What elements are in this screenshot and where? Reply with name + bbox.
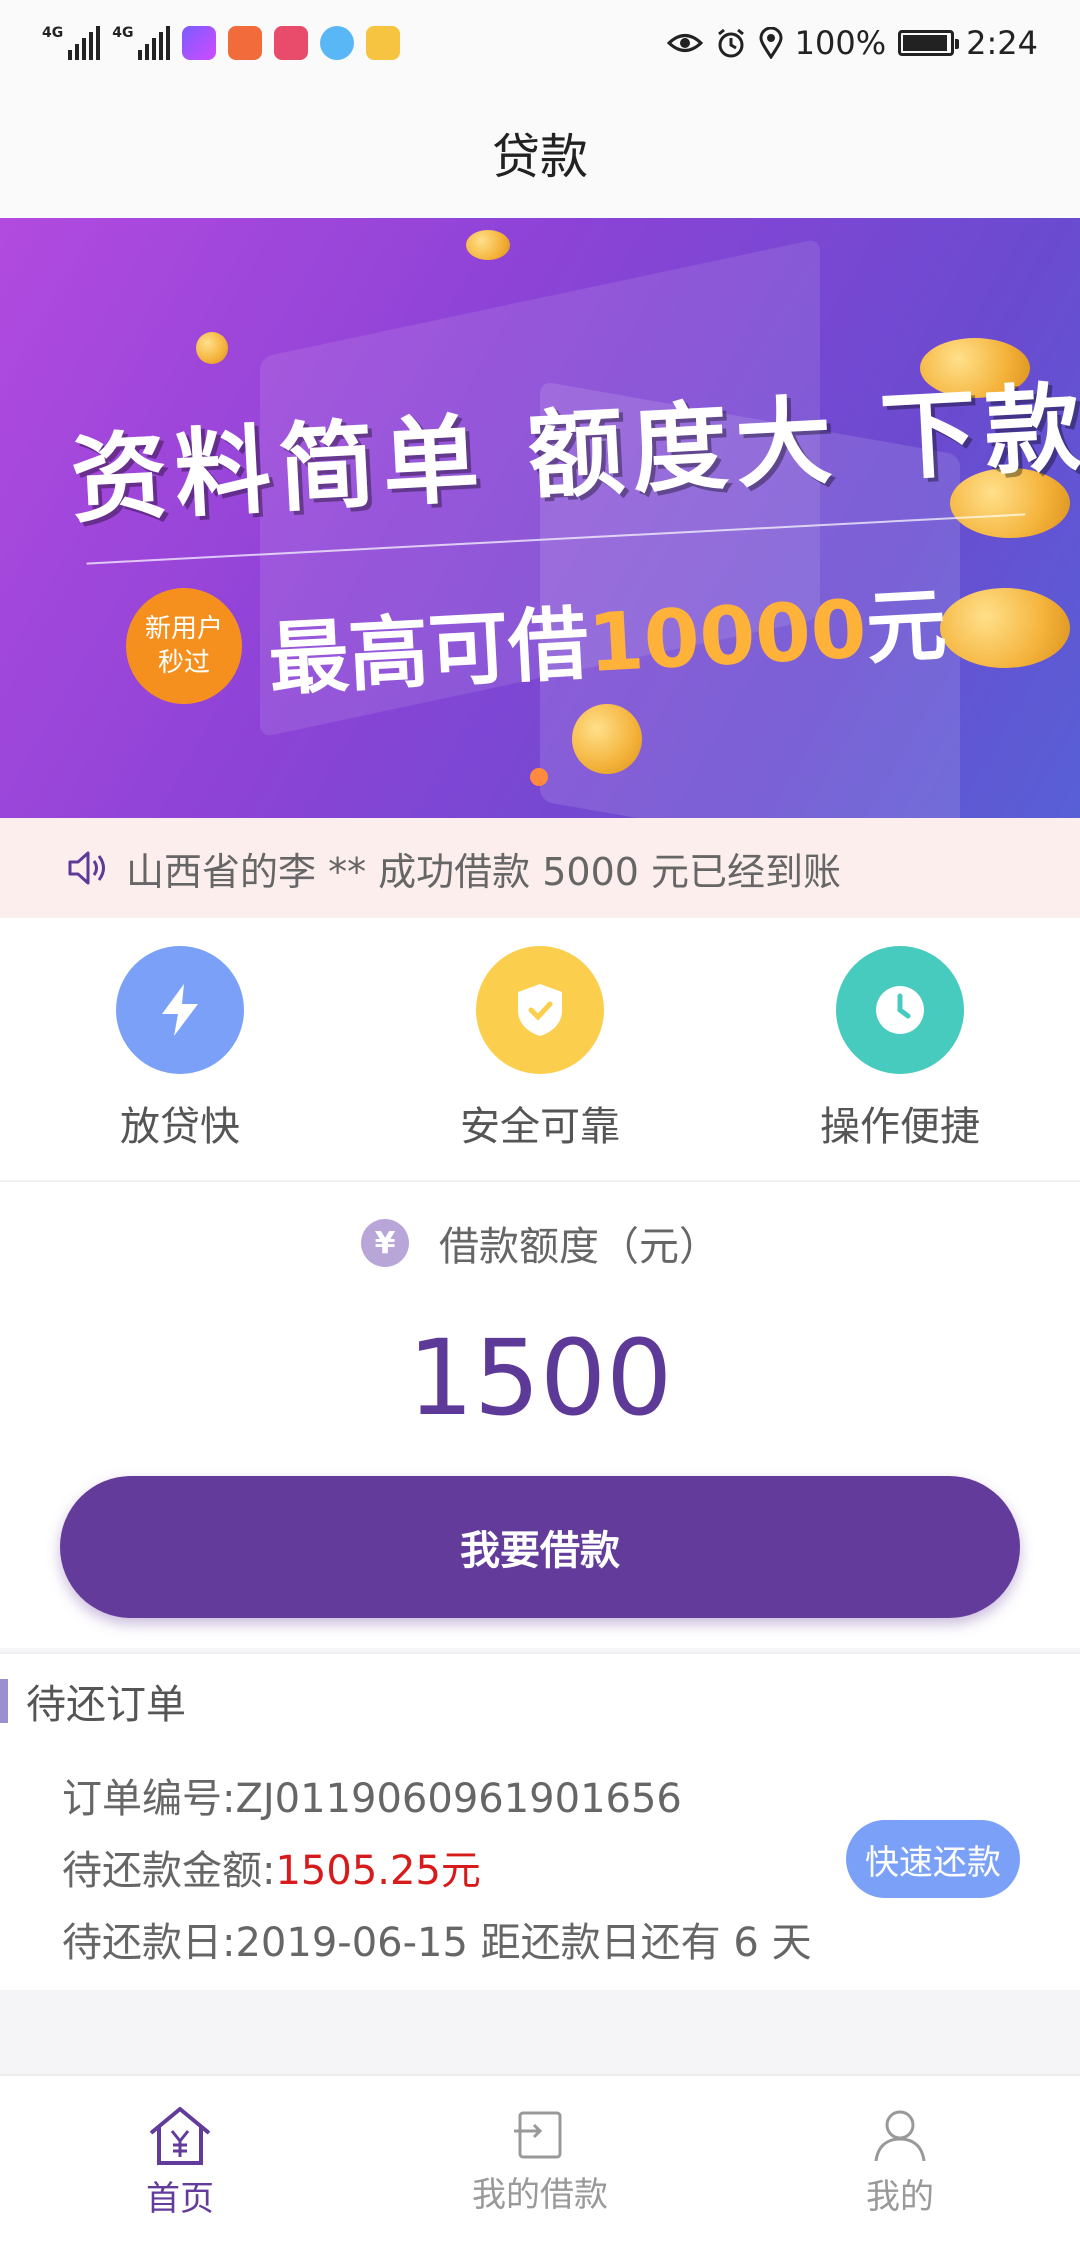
feature-fast: 放贷快 xyxy=(30,946,330,1152)
nav-bar: 贷款 xyxy=(0,86,1080,218)
order-due-date: 2019-06-15 xyxy=(235,1920,468,1966)
order-amount-value: 1505.25元 xyxy=(275,1848,481,1894)
alarm-icon xyxy=(717,28,744,58)
bottom-tab-bar: 首页 我的借款 我的 xyxy=(0,2074,1080,2246)
network-type-label: 4G xyxy=(112,25,134,41)
home-yen-icon xyxy=(149,2106,211,2165)
battery-icon xyxy=(898,30,960,56)
feature-safe: 安全可靠 xyxy=(390,946,690,1152)
credit-amount: 1500 xyxy=(407,1317,673,1439)
order-due: 待还款日:2019-06-15 距还款日还有 6 天 xyxy=(62,1910,812,1968)
feature-list: 放贷快 安全可靠 操作便捷 xyxy=(0,918,1080,1182)
clock-icon xyxy=(836,946,964,1074)
status-bar: 4G 4G 100% 2:24 xyxy=(0,0,1080,86)
carousel-indicator[interactable] xyxy=(530,768,548,786)
yen-icon: ¥ xyxy=(361,1219,409,1267)
clock-time: 2:24 xyxy=(966,24,1038,62)
status-left: 4G 4G xyxy=(42,25,401,60)
speaker-icon xyxy=(68,851,105,885)
credit-section: ¥ 借款额度（元） 1500 我要借款 xyxy=(0,1182,1080,1648)
feature-label: 放贷快 xyxy=(120,1104,240,1150)
order-amount-label: 待还款金额: xyxy=(62,1848,276,1894)
app-notification-icon xyxy=(182,26,217,60)
mail-icon xyxy=(366,26,401,60)
credit-header: ¥ 借款额度（元） xyxy=(0,1214,1080,1272)
lightning-icon xyxy=(116,946,244,1074)
loan-list-icon xyxy=(514,2111,562,2158)
battery-percent: 100% xyxy=(794,24,887,62)
badge-line: 秒过 xyxy=(157,648,210,678)
promo-banner[interactable]: 资料简单 额度大 下款快 新用户 秒过 最高可借10000元 xyxy=(0,218,1080,818)
signal-icon: 4G xyxy=(42,25,101,60)
banner-sub-amount: 10000 xyxy=(585,582,869,690)
tab-label: 我的借款 xyxy=(472,2174,608,2215)
borrow-button[interactable]: 我要借款 xyxy=(60,1476,1020,1618)
pending-order-card: 待还订单 订单编号:ZJ0119060961901656 待还款金额:1505.… xyxy=(0,1652,1080,1990)
order-number-label: 订单编号: xyxy=(62,1776,236,1822)
tab-label: 我的 xyxy=(866,2176,934,2217)
feature-label: 操作便捷 xyxy=(820,1104,980,1150)
coin-icon xyxy=(466,230,510,260)
feature-label: 安全可靠 xyxy=(460,1104,620,1150)
quick-repay-button[interactable]: 快速还款 xyxy=(846,1820,1020,1898)
shield-check-icon xyxy=(476,946,604,1074)
network-type-label: 4G xyxy=(42,25,64,41)
tab-my-loans[interactable]: 我的借款 xyxy=(410,2107,670,2216)
tab-home[interactable]: 首页 xyxy=(50,2103,310,2220)
status-right: 100% 2:24 xyxy=(666,24,1038,62)
order-title-text: 待还订单 xyxy=(26,1682,186,1728)
signal-icon: 4G xyxy=(112,25,171,60)
order-remain-prefix: 距还款日还有 xyxy=(480,1920,721,1966)
credit-label: 借款额度（元） xyxy=(439,1224,719,1270)
notice-bar: 山西省的李 ** 成功借款 5000 元已经到账 xyxy=(0,818,1080,918)
app-notification-icon xyxy=(274,26,309,60)
feature-easy: 操作便捷 xyxy=(750,946,1050,1152)
banner-sub-suffix: 元 xyxy=(863,578,949,676)
order-due-label: 待还款日: xyxy=(62,1920,236,1966)
coin-icon xyxy=(940,588,1070,668)
notice-text: 山西省的李 ** 成功借款 5000 元已经到账 xyxy=(126,849,842,894)
order-remain-days: 6 xyxy=(733,1920,759,1966)
banner-sub-prefix: 最高可借 xyxy=(266,597,591,707)
location-icon xyxy=(759,27,783,59)
coin-icon xyxy=(196,332,228,364)
tab-label: 首页 xyxy=(146,2178,214,2219)
coin-icon xyxy=(572,704,642,774)
order-number-value: ZJ0119060961901656 xyxy=(235,1776,682,1822)
title-accent-bar xyxy=(0,1679,8,1723)
order-number: 订单编号:ZJ0119060961901656 xyxy=(62,1766,682,1824)
new-user-badge: 新用户 秒过 xyxy=(126,588,242,704)
user-icon xyxy=(874,2110,926,2161)
order-remain-suffix: 天 xyxy=(771,1920,812,1966)
tab-mine[interactable]: 我的 xyxy=(770,2105,1030,2218)
eye-icon xyxy=(666,34,703,52)
page-title: 贷款 xyxy=(491,129,588,185)
app-notification-icon xyxy=(320,26,355,60)
badge-line: 新用户 xyxy=(144,614,223,644)
app-notification-icon xyxy=(228,26,263,60)
order-amount: 待还款金额:1505.25元 xyxy=(62,1838,481,1896)
section-title: 待还订单 xyxy=(0,1676,186,1728)
